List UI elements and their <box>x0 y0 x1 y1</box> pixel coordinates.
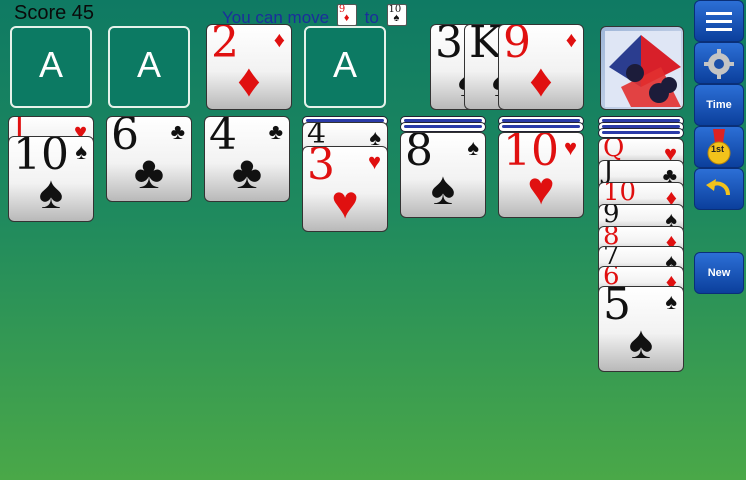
hamburger-icon <box>706 12 732 31</box>
tableau-5-facedown-2 <box>400 122 486 132</box>
new-label: New <box>707 267 731 279</box>
tableau-5-card-1[interactable]: 8 ♠ ♠ <box>400 132 486 218</box>
hint-mid: to <box>364 8 379 27</box>
medal-label: 1st <box>711 144 725 154</box>
tableau-6-facedown-2 <box>498 122 584 132</box>
stock-pile[interactable] <box>600 26 684 110</box>
tableau-7-facedown-3 <box>598 128 684 138</box>
card-back-icon <box>605 31 681 107</box>
tableau-3-card-1[interactable]: 4 ♣ ♣ <box>204 116 290 202</box>
tableau-4-card-2[interactable]: 3 ♥ ♥ <box>302 146 388 232</box>
foundation-2[interactable]: A <box>108 26 190 108</box>
hint-card-to: 10 ♠ <box>386 4 407 26</box>
tableau-7-card-8[interactable]: 5 ♠ ♠ <box>598 286 684 372</box>
undo-icon <box>706 179 730 196</box>
achievements-button[interactable]: 1st <box>694 126 744 168</box>
hint-card-from: 9 ♦ <box>336 4 357 26</box>
foundation-1[interactable]: A <box>10 26 92 108</box>
foundation-3-card[interactable]: 2 ♦ ♦ <box>206 24 292 110</box>
time-label: Time <box>706 99 732 111</box>
time-button[interactable]: Time <box>694 84 744 126</box>
waste-card-top[interactable]: 9 ♦ ♦ <box>498 24 584 110</box>
settings-button[interactable] <box>694 42 744 84</box>
tableau-6-card-1[interactable]: 10 ♥ ♥ <box>498 132 584 218</box>
score-label: Score 45 <box>14 2 95 24</box>
gear-icon <box>704 49 734 79</box>
tableau-2-card-1[interactable]: 6 ♣ ♣ <box>106 116 192 202</box>
tableau-1-card-2[interactable]: 10 ♠ ♠ <box>8 136 94 222</box>
foundation-4[interactable]: A <box>304 26 386 108</box>
new-game-button[interactable]: New <box>694 252 744 294</box>
undo-button[interactable] <box>694 168 744 210</box>
menu-button[interactable] <box>694 0 744 42</box>
